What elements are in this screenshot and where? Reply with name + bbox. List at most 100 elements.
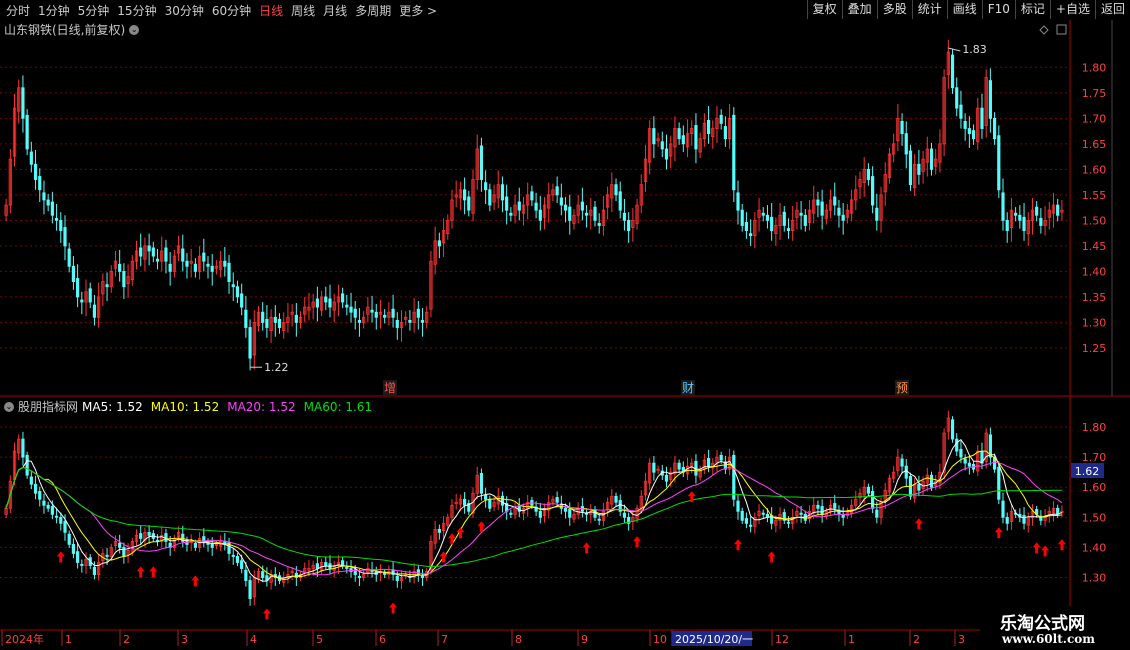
y-tick-label: 1.70 — [1082, 451, 1107, 464]
tab-2[interactable]: 5分钟 — [74, 2, 114, 19]
chart-area[interactable]: 1.80 1.75 1.70 1.65 1.60 1.55 1.50 1.45 1.40 1.35… — [0, 20, 1130, 650]
candle-body — [261, 311, 265, 323]
event-marker: 增 — [384, 381, 396, 395]
candle-body — [50, 201, 54, 216]
candle-body — [627, 219, 631, 231]
candle-body — [568, 509, 572, 518]
candle-body — [900, 120, 904, 135]
tab-4[interactable]: 30分钟 — [161, 2, 208, 19]
tab-6[interactable]: 日线 — [255, 2, 287, 19]
x-axis-label: 3 — [181, 633, 188, 646]
candle-body — [408, 319, 412, 323]
candle-body — [841, 214, 845, 221]
candle-body — [563, 204, 568, 211]
y-tick-label: 1.55 — [1082, 189, 1107, 202]
toolbar-button-4[interactable]: 画线 — [946, 0, 982, 19]
toolbar-buttons: 复权 叠加 多股 统计 画线 F10 标记 +自选 返回 — [806, 0, 1130, 20]
candle-body — [1014, 212, 1018, 216]
candle-body — [959, 104, 963, 119]
candle-body — [820, 506, 824, 515]
toolbar-button-0[interactable]: 复权 — [806, 0, 842, 19]
candle-body — [155, 258, 160, 262]
y-tick-label: 1.30 — [1082, 572, 1107, 585]
toolbar-button-6[interactable]: 标记 — [1014, 0, 1050, 19]
candle-body — [193, 263, 197, 272]
candle-body — [181, 248, 185, 262]
candle-body — [63, 227, 67, 247]
x-axis-label: 10 — [653, 633, 667, 646]
tab-8[interactable]: 月线 — [319, 2, 351, 19]
tab-0[interactable]: 分时 — [2, 2, 34, 19]
candle-body — [273, 316, 277, 323]
candle-body — [820, 201, 824, 216]
current-value-label: 1.62 — [1075, 465, 1100, 478]
candle-body — [971, 130, 976, 140]
candle-body — [345, 566, 349, 569]
candle-body — [799, 512, 803, 515]
candle-body — [50, 506, 54, 515]
candle-body — [294, 572, 298, 578]
candle-body — [357, 319, 362, 323]
candle-body — [1035, 206, 1039, 216]
candle-body — [950, 54, 955, 89]
candle-body — [92, 566, 97, 575]
candle-body — [479, 145, 484, 180]
candle-body — [185, 260, 189, 267]
candle-body — [391, 308, 395, 318]
candle-body — [997, 466, 1001, 500]
tab-5[interactable]: 60分钟 — [208, 2, 255, 19]
tab-1[interactable]: 1分钟 — [34, 2, 74, 19]
candle-body — [908, 150, 913, 186]
candle-body — [54, 515, 59, 518]
candle-body — [677, 462, 681, 470]
y-tick-label: 1.70 — [1082, 112, 1107, 125]
x-axis-label: 2024年 — [5, 632, 44, 646]
ma-legend-item: MA5: 1.52 — [82, 399, 143, 414]
toolbar-button-2[interactable]: 多股 — [876, 0, 912, 19]
candle-body — [500, 495, 505, 506]
candle-body — [563, 507, 568, 512]
chevron-down-icon[interactable]: ⌄ — [4, 401, 14, 412]
tab-3[interactable]: 15分钟 — [113, 2, 160, 19]
candle-body — [652, 128, 656, 145]
event-marker: 预 — [896, 381, 908, 395]
candle-body — [467, 196, 471, 211]
candle-body — [105, 284, 109, 288]
candle-body — [1001, 500, 1005, 518]
candle-body — [732, 454, 736, 500]
candle-body — [1005, 516, 1009, 524]
candle-body — [622, 212, 627, 221]
candle-body — [740, 209, 744, 226]
candle-body — [210, 544, 214, 548]
chevron-down-icon[interactable]: ⌄ — [129, 24, 140, 35]
candle-body — [929, 148, 934, 170]
candle-body — [732, 114, 736, 191]
candle-body — [967, 128, 971, 135]
candle-body — [420, 319, 425, 323]
candle-body — [71, 544, 76, 554]
tab-9[interactable]: 多周期 — [351, 2, 395, 19]
toolbar-button-3[interactable]: 统计 — [911, 0, 947, 19]
candle-body — [980, 107, 984, 129]
candle-body — [223, 260, 227, 267]
toolbar-button-5[interactable]: F10 — [981, 0, 1015, 19]
tab-7[interactable]: 周线 — [287, 2, 319, 19]
indicator-panel-title: ⌄ 股朋指标网 MA5: 1.52 MA10: 1.52 MA20: 1.52 MA6… — [4, 398, 372, 415]
y-tick-label: 1.45 — [1082, 240, 1107, 253]
y-tick-label: 1.40 — [1082, 265, 1107, 278]
toolbar-button-8[interactable]: 返回 — [1094, 0, 1130, 19]
toolbar-button-1[interactable]: 叠加 — [841, 0, 877, 19]
candle-body — [782, 211, 786, 226]
candle-body — [744, 222, 749, 231]
candle-body — [749, 524, 753, 527]
candle-body — [42, 500, 46, 506]
candle-body — [206, 263, 210, 267]
candle-body — [664, 474, 669, 482]
candle-body — [122, 547, 126, 557]
candle-body — [904, 133, 908, 155]
toolbar-button-7[interactable]: +自选 — [1049, 0, 1095, 19]
candle-body — [749, 233, 753, 237]
candle-body — [416, 308, 420, 318]
candle-body — [265, 318, 269, 328]
tab-10[interactable]: 更多 > — [395, 2, 441, 19]
